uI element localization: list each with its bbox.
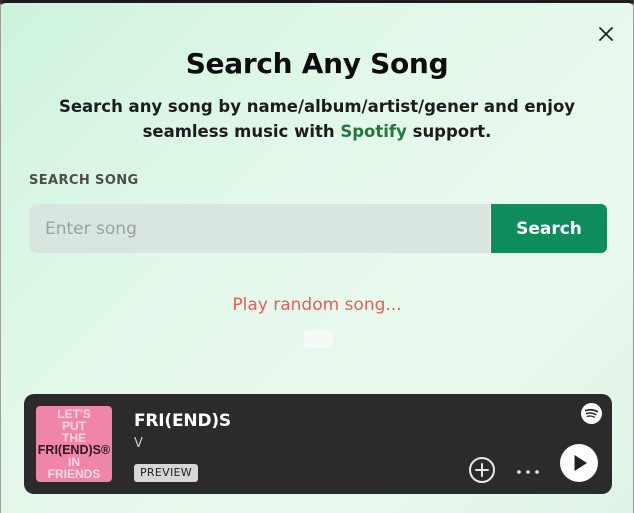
preview-badge: PREVIEW <box>134 464 198 482</box>
track-artist[interactable]: V <box>134 436 143 451</box>
search-song-modal: Search Any Song Search any song by name/… <box>0 0 634 513</box>
subtitle-text-end: support. <box>406 122 492 141</box>
cover-text-line: FRIENDS <box>47 467 101 481</box>
search-button[interactable]: Search <box>491 204 607 253</box>
spotify-player-widget: LET'S PUT THE FRI(END)S® IN FRIENDS FRI(… <box>24 394 612 494</box>
close-icon[interactable] <box>597 25 615 43</box>
subtitle-text: Search any song by name/album/artist/gen… <box>58 97 576 141</box>
spotify-icon[interactable] <box>581 403 602 424</box>
play-icon[interactable] <box>559 443 599 483</box>
track-title[interactable]: FRI(END)S <box>134 411 231 431</box>
play-random-song-link[interactable]: Play random song... <box>1 295 633 315</box>
modal-subtitle: Search any song by name/album/artist/gen… <box>21 94 613 144</box>
search-song-label: SEARCH SONG <box>29 173 139 188</box>
album-cover[interactable]: LET'S PUT THE FRI(END)S® IN FRIENDS <box>36 406 112 482</box>
spotify-brand-text: Spotify <box>340 122 407 141</box>
add-icon[interactable] <box>467 455 497 485</box>
more-icon[interactable] <box>515 461 541 481</box>
loading-placeholder <box>304 330 333 348</box>
search-input[interactable] <box>29 204 490 253</box>
modal-title: Search Any Song <box>185 47 449 80</box>
